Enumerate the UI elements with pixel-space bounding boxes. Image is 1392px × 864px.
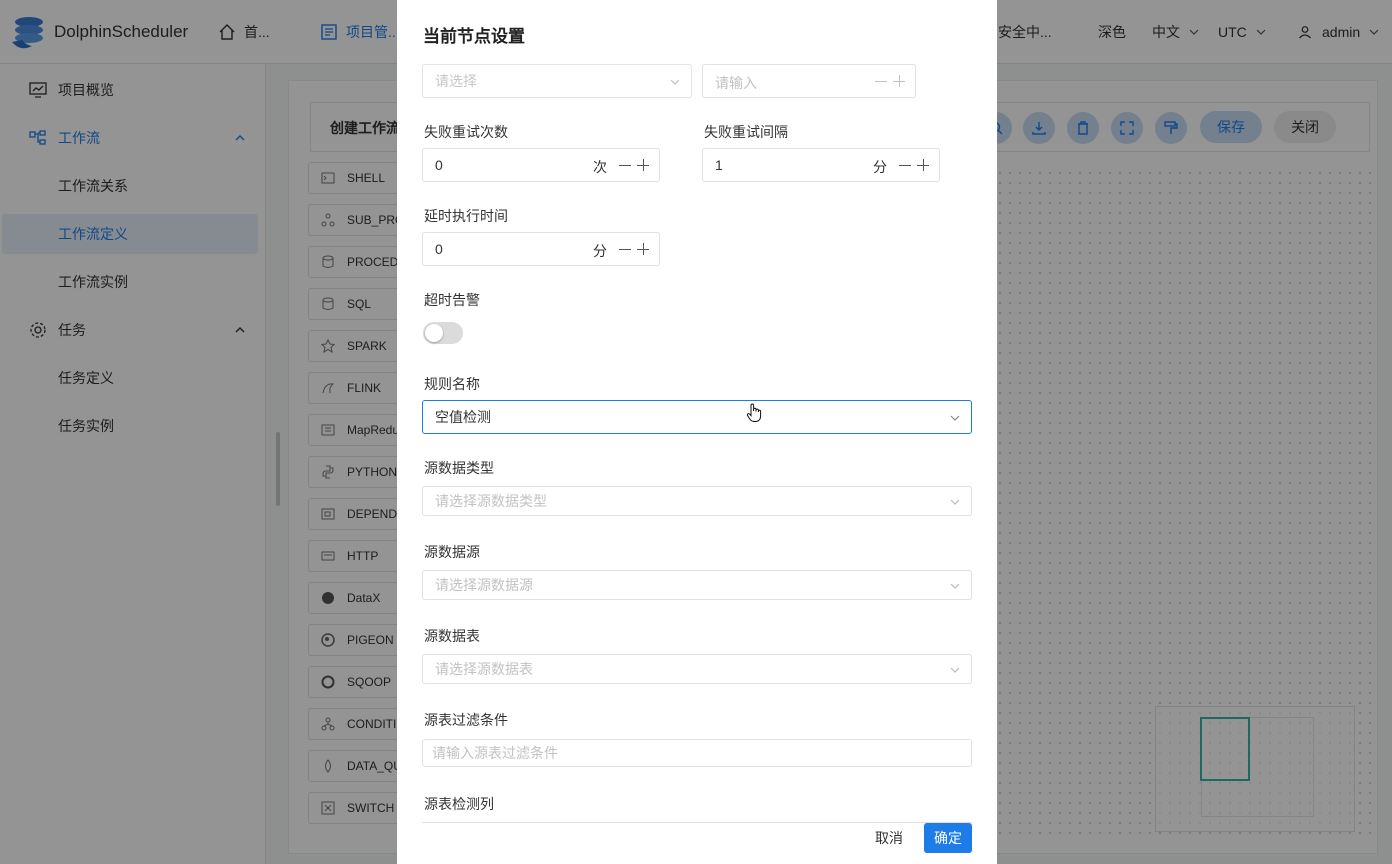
chevron-down-icon	[950, 583, 960, 589]
src-table-label: 源数据表	[424, 628, 480, 644]
retry-interval-value: 1	[715, 157, 723, 173]
src-column-label: 源表检测列	[424, 796, 494, 812]
drawer-title: 当前节点设置	[423, 27, 525, 46]
top-number-placeholder: 请输入	[715, 75, 757, 91]
hand-cursor-icon	[746, 403, 762, 422]
chevron-down-icon	[950, 415, 960, 421]
retry-times-label: 失败重试次数	[424, 124, 508, 140]
top-select[interactable]: 请选择	[422, 64, 692, 98]
confirm-button[interactable]: 确定	[924, 823, 972, 853]
rule-name-select[interactable]: 空值检测	[422, 400, 972, 434]
delay-time-input[interactable]: 0 分	[422, 232, 660, 266]
timeout-alarm-label: 超时告警	[424, 292, 480, 308]
retry-interval-input[interactable]: 1 分	[702, 148, 940, 182]
src-filter-label: 源表过滤条件	[424, 712, 508, 728]
src-table-placeholder: 请选择源数据表	[435, 661, 533, 677]
minus-icon[interactable]	[619, 249, 631, 250]
rule-name-label: 规则名称	[424, 376, 480, 392]
delay-time-value: 0	[435, 241, 443, 257]
minus-icon[interactable]	[899, 165, 911, 166]
src-datasource-label: 源数据源	[424, 544, 480, 560]
src-filter-placeholder: 请输入源表过滤条件	[432, 745, 558, 761]
chevron-down-icon	[950, 667, 960, 673]
rule-name-value: 空值检测	[435, 409, 491, 425]
switch-knob	[425, 324, 443, 342]
src-datasource-placeholder: 请选择源数据源	[435, 577, 533, 593]
minus-icon[interactable]	[619, 165, 631, 166]
chevron-down-icon	[950, 499, 960, 505]
plus-icon[interactable]	[637, 159, 649, 171]
top-select-placeholder: 请选择	[435, 73, 477, 89]
plus-icon[interactable]	[917, 159, 929, 171]
src-type-placeholder: 请选择源数据类型	[435, 493, 547, 509]
retry-interval-unit: 分	[873, 159, 887, 175]
src-table-select[interactable]: 请选择源数据表	[422, 654, 972, 684]
retry-times-input[interactable]: 0 次	[422, 148, 660, 182]
minus-icon[interactable]	[875, 81, 887, 82]
src-column-select-edge	[422, 822, 972, 823]
retry-interval-label: 失败重试间隔	[704, 124, 788, 140]
src-datasource-select[interactable]: 请选择源数据源	[422, 570, 972, 600]
plus-icon[interactable]	[637, 243, 649, 255]
timeout-alarm-switch[interactable]	[423, 322, 463, 344]
node-settings-drawer: 当前节点设置 请选择 请输入 失败重试次数 0 次 失败重试间隔 1 分 延时执…	[397, 0, 997, 864]
top-number-input[interactable]: 请输入	[702, 64, 916, 98]
delay-time-label: 延时执行时间	[424, 208, 508, 224]
cancel-button[interactable]: 取消	[867, 824, 911, 852]
src-filter-input[interactable]: 请输入源表过滤条件	[422, 739, 972, 767]
chevron-down-icon	[670, 79, 680, 85]
delay-time-unit: 分	[593, 243, 607, 259]
retry-times-value: 0	[435, 157, 443, 173]
plus-icon[interactable]	[893, 75, 905, 87]
src-type-select[interactable]: 请选择源数据类型	[422, 486, 972, 516]
retry-times-unit: 次	[593, 159, 607, 175]
src-type-label: 源数据类型	[424, 460, 494, 476]
